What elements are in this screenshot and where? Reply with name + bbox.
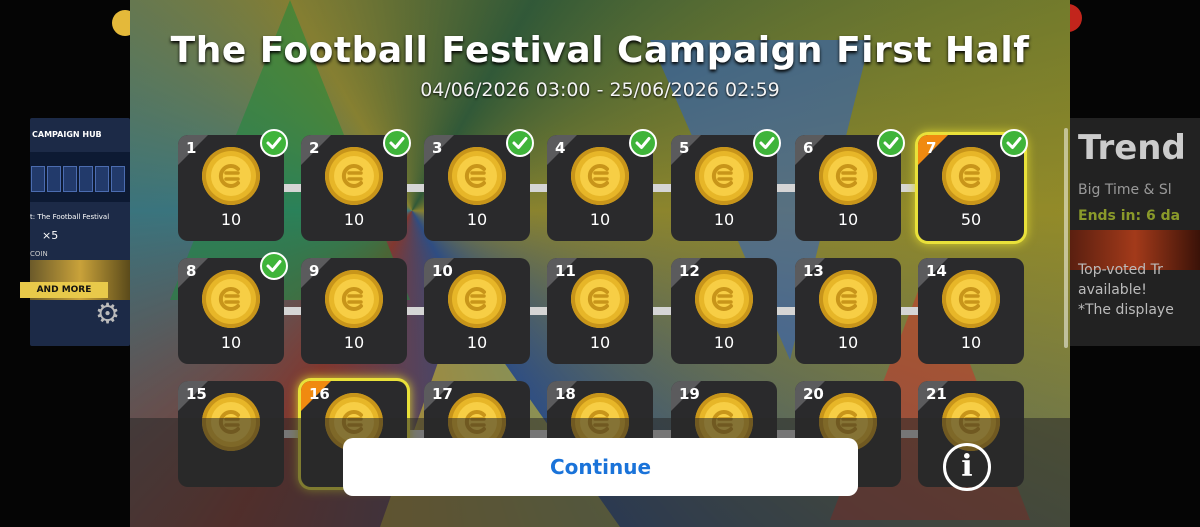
day-number: 1: [186, 139, 197, 157]
check-icon: [753, 129, 781, 157]
day-number: 16: [309, 385, 330, 403]
reward-tile-day-10[interactable]: 10 10: [424, 258, 530, 364]
check-icon: [260, 252, 288, 280]
efootball-coin-icon: [202, 147, 260, 205]
scrollbar[interactable]: [1064, 128, 1068, 348]
hub-player-cards: [30, 152, 130, 202]
continue-button[interactable]: Continue: [343, 438, 858, 496]
efootball-coin-icon: [325, 147, 383, 205]
efootball-coin-icon: [819, 270, 877, 328]
coin-indicator-icon: [112, 10, 130, 36]
day-number: 18: [555, 385, 576, 403]
modal-title: The Football Festival Campaign First Hal…: [170, 30, 1030, 71]
day-number: 9: [309, 262, 320, 280]
check-icon: [260, 129, 288, 157]
check-icon: [877, 129, 905, 157]
day-number: 4: [555, 139, 566, 157]
campaign-dates: 04/06/2026 03:00 - 25/06/2026 02:59: [420, 79, 780, 101]
trend-card[interactable]: Trend Big Time & Sl Ends in: 6 da Top-vo…: [1070, 118, 1200, 346]
check-icon: [629, 129, 657, 157]
check-icon: [1000, 129, 1028, 157]
day-number: 14: [926, 262, 947, 280]
day-number: 10: [432, 262, 453, 280]
reward-amount: 10: [220, 333, 242, 352]
reward-tile-day-14[interactable]: 14 10: [918, 258, 1024, 364]
reward-amount: 10: [713, 210, 735, 229]
day-number: 6: [803, 139, 814, 157]
day-number: 7: [926, 139, 937, 157]
trend-description: Top-voted Tr available! *The displaye: [1078, 260, 1174, 320]
trend-subtitle: Big Time & Sl: [1078, 182, 1172, 198]
info-icon[interactable]: i: [943, 443, 991, 491]
efootball-coin-icon: [819, 147, 877, 205]
hub-count: ×5: [42, 229, 59, 242]
and-more-button[interactable]: AND MORE: [20, 282, 108, 298]
trend-line-1: Top-voted Tr: [1078, 262, 1163, 278]
reward-amount: 10: [837, 333, 859, 352]
efootball-coin-icon: [942, 147, 1000, 205]
efootball-coin-icon: [942, 270, 1000, 328]
reward-amount: 10: [343, 210, 365, 229]
reward-tile-day-12[interactable]: 12 10: [671, 258, 777, 364]
efootball-coin-icon: [571, 147, 629, 205]
efootball-coin-icon: [325, 270, 383, 328]
day-number: 13: [803, 262, 824, 280]
reward-amount: 10: [466, 210, 488, 229]
trend-title: Trend: [1078, 128, 1186, 168]
efootball-coin-icon: [448, 270, 506, 328]
trend-line-2: available!: [1078, 282, 1147, 298]
notification-ball-icon: [1070, 4, 1082, 32]
efootball-coin-icon: [695, 147, 753, 205]
efootball-coin-icon: [571, 270, 629, 328]
background-left-panel: CAMPAIGN HUB t: The Football Festival ×5…: [0, 0, 130, 527]
reward-amount: 10: [466, 333, 488, 352]
hub-title: CAMPAIGN HUB: [32, 130, 102, 139]
campaign-modal: The Football Festival Campaign First Hal…: [130, 0, 1070, 527]
reward-amount: 50: [960, 210, 982, 229]
efootball-coin-icon: [695, 270, 753, 328]
day-number: 20: [803, 385, 824, 403]
reward-tile-day-11[interactable]: 11 10: [547, 258, 653, 364]
day-number: 2: [309, 139, 320, 157]
reward-tile-day-13[interactable]: 13 10: [795, 258, 901, 364]
reward-amount: 10: [343, 333, 365, 352]
day-number: 12: [679, 262, 700, 280]
check-icon: [506, 129, 534, 157]
day-number: 5: [679, 139, 690, 157]
reward-amount: 10: [589, 210, 611, 229]
day-number: 19: [679, 385, 700, 403]
reward-amount: 10: [713, 333, 735, 352]
efootball-coin-icon: [448, 147, 506, 205]
trend-line-3: *The displaye: [1078, 302, 1174, 318]
day-number: 3: [432, 139, 443, 157]
check-icon: [383, 129, 411, 157]
gear-icon[interactable]: ⚙: [95, 297, 120, 330]
trend-ends: Ends in: 6 da: [1078, 208, 1181, 224]
hub-coin-label: COIN: [30, 250, 48, 258]
hub-festival-text: t: The Football Festival: [30, 213, 110, 221]
reward-amount: 10: [220, 210, 242, 229]
day-number: 8: [186, 262, 197, 280]
reward-amount: 10: [837, 210, 859, 229]
reward-amount: 10: [589, 333, 611, 352]
reward-amount: 10: [960, 333, 982, 352]
day-number: 17: [432, 385, 453, 403]
efootball-coin-icon: [202, 270, 260, 328]
reward-tile-day-9[interactable]: 9 10: [301, 258, 407, 364]
day-number: 15: [186, 385, 207, 403]
background-right-panel: Trend Big Time & Sl Ends in: 6 da Top-vo…: [1070, 0, 1200, 527]
day-number: 21: [926, 385, 947, 403]
day-number: 11: [555, 262, 576, 280]
